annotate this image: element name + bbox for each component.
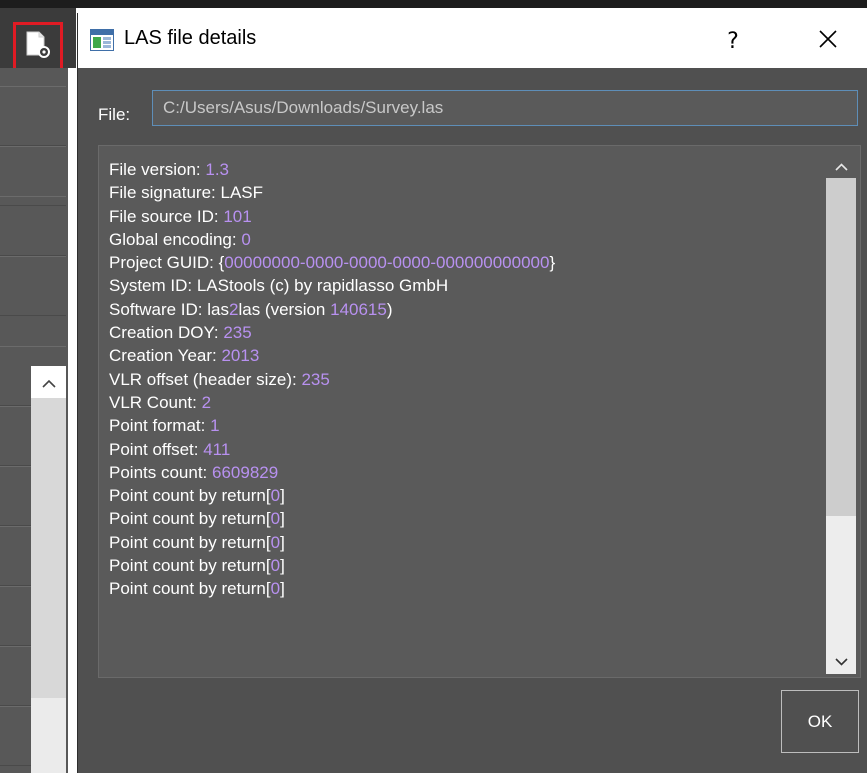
chevron-up-icon <box>41 373 56 392</box>
detail-line: VLR Count: 2 <box>109 391 819 414</box>
detail-value: 00000000-0000-0000-0000-000000000000 <box>224 253 550 273</box>
detail-value: 2 <box>201 392 212 412</box>
file-details-text-area[interactable]: File version: 1.3 File signature: LASF Fil… <box>98 145 861 678</box>
detail-value: 0 <box>270 532 281 552</box>
detail-line: Point format: 1 <box>109 414 819 437</box>
detail-label: File signature: LASF <box>109 183 264 203</box>
detail-label: ] <box>280 579 285 599</box>
detail-value: 235 <box>223 323 252 343</box>
detail-line: Software ID: las2las (version 140615) <box>109 298 819 321</box>
detail-value: 0 <box>270 486 281 506</box>
detail-line: Creation DOY: 235 <box>109 321 819 344</box>
detail-value: 140615 <box>330 299 387 319</box>
detail-label: File version: <box>109 160 206 179</box>
panel-scroll-up-button[interactable] <box>31 366 66 398</box>
detail-value: 0 <box>241 229 251 249</box>
detail-line: Project GUID: {00000000-0000-0000-0000-0… <box>109 251 819 274</box>
detail-label: Global encoding: <box>109 229 242 249</box>
detail-value: 2013 <box>221 346 260 366</box>
detail-label: ] <box>280 556 285 576</box>
scroll-down-button[interactable] <box>826 646 856 674</box>
detail-line: Points count: 6609829 <box>109 461 819 484</box>
detail-label: Creation DOY: <box>109 323 224 343</box>
las-details-button[interactable] <box>13 22 63 72</box>
detail-label: Project GUID: { <box>109 253 225 273</box>
panel-row[interactable] <box>0 256 66 316</box>
detail-label: ) <box>386 299 393 319</box>
detail-line: System ID: LAStools (c) by rapidlasso Gm… <box>109 274 819 297</box>
detail-value: 235 <box>301 369 330 389</box>
detail-line: Point count by return[0] <box>109 554 819 577</box>
detail-label: Points count: <box>109 462 213 482</box>
las-details-icon <box>25 31 51 63</box>
detail-line: Point offset: 411 <box>109 438 819 461</box>
detail-value: 101 <box>223 206 252 226</box>
detail-line: File signature: LASF <box>109 181 819 204</box>
las-file-details-dialog: LAS file details ? File: C:/Users/Asus/D… <box>77 13 867 773</box>
details-lines: File version: 1.3 File signature: LASF Fil… <box>109 158 819 601</box>
detail-value: 0 <box>270 579 281 599</box>
detail-value: 0 <box>270 509 281 529</box>
detail-label: Point count by return[ <box>109 486 271 506</box>
detail-line: File source ID: 101 <box>109 205 819 228</box>
detail-value: 411 <box>203 439 231 459</box>
detail-line: Point count by return[0] <box>109 484 819 507</box>
detail-label: System ID: LAStools (c) by rapidlasso Gm… <box>109 276 449 296</box>
detail-line: Global encoding: 0 <box>109 228 819 251</box>
dialog-titlebar[interactable]: LAS file details ? <box>78 13 867 68</box>
detail-label: VLR Count: <box>109 392 202 412</box>
detail-value: 1 <box>210 416 220 436</box>
detail-label: Creation Year: <box>109 346 222 366</box>
panel-row[interactable] <box>0 86 66 146</box>
chevron-up-icon <box>834 156 848 175</box>
app-top-bar <box>0 0 867 8</box>
detail-label: Point format: <box>109 416 211 436</box>
detail-line: Creation Year: 2013 <box>109 344 819 367</box>
detail-label: Point count by return[ <box>109 556 271 576</box>
detail-label: File source ID: <box>109 206 224 226</box>
detail-label: Point count by return[ <box>109 579 271 599</box>
detail-line: Point count by return[0] <box>109 577 819 600</box>
detail-line: Point count by return[0] <box>109 531 819 554</box>
detail-label: Point count by return[ <box>109 532 271 552</box>
detail-value: 0 <box>270 556 281 576</box>
detail-line: VLR offset (header size): 235 <box>109 368 819 391</box>
file-label: File: <box>98 105 131 124</box>
panel-row[interactable] <box>0 196 66 256</box>
detail-label: ] <box>280 486 285 506</box>
window-icon <box>90 29 114 51</box>
detail-line: Point count by return[0] <box>109 507 819 530</box>
detail-value: 6609829 <box>212 462 279 482</box>
detail-label: VLR offset (header size): <box>109 369 302 389</box>
detail-value: 1.3 <box>205 160 230 179</box>
detail-label: Software ID: las <box>109 299 229 319</box>
chevron-down-icon <box>834 651 848 670</box>
detail-label: ] <box>280 532 285 552</box>
detail-label: Point offset: <box>109 439 204 459</box>
detail-label: } <box>549 253 556 273</box>
detail-line: File version: 1.3 <box>109 158 819 181</box>
dialog-title: LAS file details <box>124 27 257 49</box>
app-toolbar <box>0 8 76 72</box>
file-path-field[interactable]: C:/Users/Asus/Downloads/Survey.las <box>152 90 858 126</box>
detail-label: ] <box>280 509 285 529</box>
close-button[interactable] <box>798 21 858 61</box>
detail-label: las (version <box>238 299 331 319</box>
scrollbar-thumb[interactable] <box>826 178 856 516</box>
ok-button[interactable]: OK <box>781 690 859 753</box>
panel-scrollbar-thumb[interactable] <box>31 398 66 698</box>
detail-label: Point count by return[ <box>109 509 271 529</box>
scroll-up-button[interactable] <box>826 152 856 178</box>
help-button[interactable]: ? <box>708 21 758 61</box>
close-icon <box>818 29 838 53</box>
